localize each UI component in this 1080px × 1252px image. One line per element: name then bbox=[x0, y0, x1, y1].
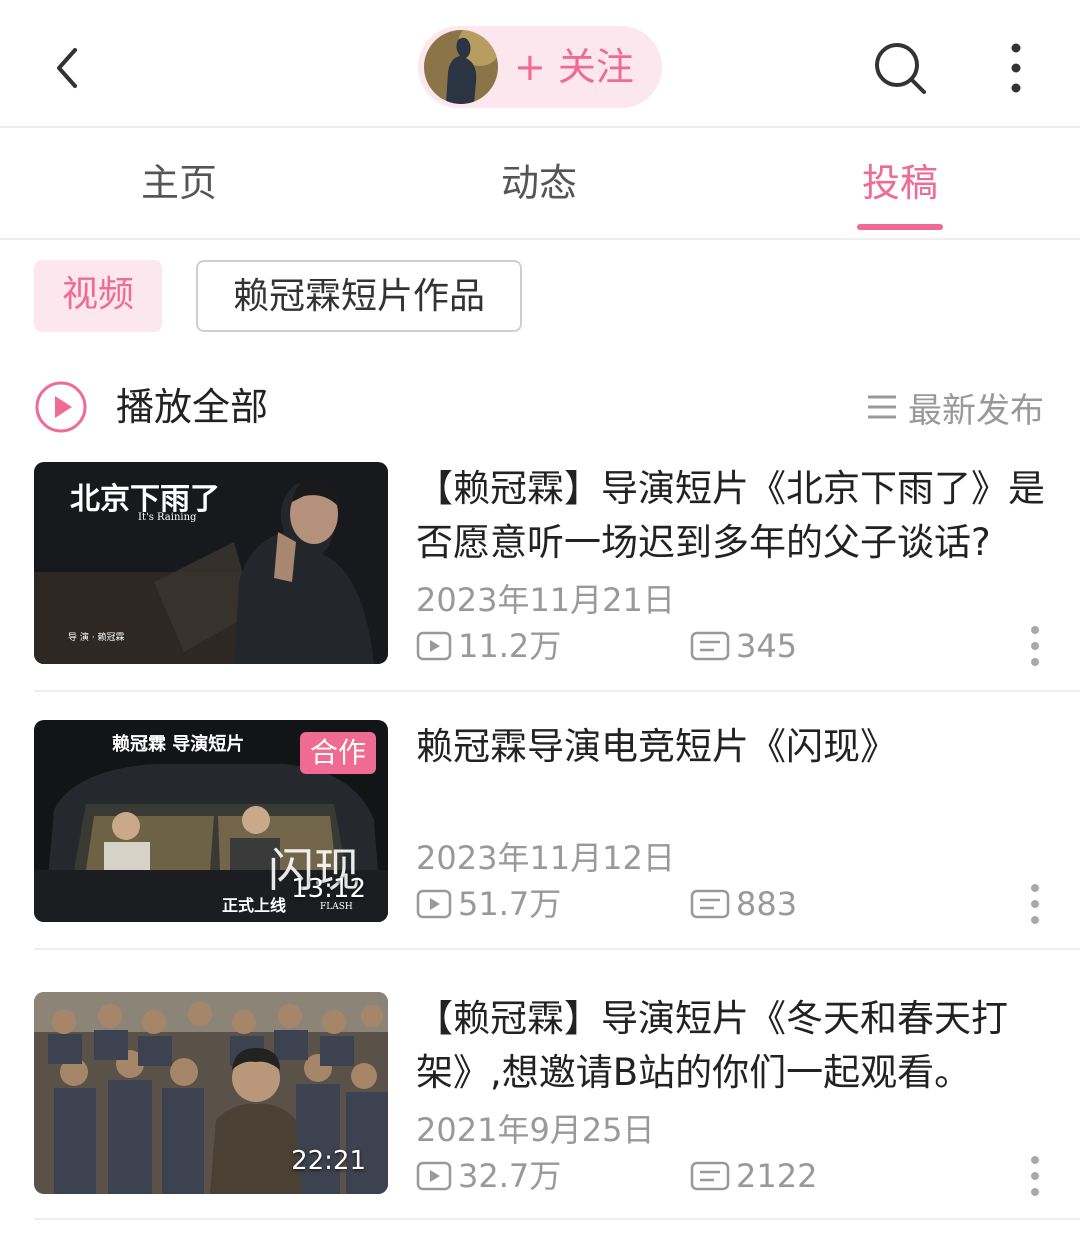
tab-dynamic[interactable]: 动态 bbox=[459, 156, 619, 210]
comment-count-value: 345 bbox=[736, 627, 798, 665]
collab-badge: 合作 bbox=[300, 732, 376, 774]
view-count: 11.2万 bbox=[416, 624, 561, 668]
thumbnail-title-text: 赖冠霖 导演短片 bbox=[112, 734, 245, 755]
more-vertical-icon bbox=[1011, 43, 1021, 93]
play-count-icon bbox=[416, 631, 452, 661]
video-thumbnail[interactable]: 赖冠霖 导演短片 正式上线 闪现 FLASH 合作 13:12 bbox=[34, 720, 388, 922]
video-item[interactable]: 北京下雨了 It's Raining 导 演 · 赖冠霖 【赖冠霖】导演短片《北… bbox=[0, 462, 1080, 720]
filter-chip-video[interactable]: 视频 bbox=[34, 260, 162, 332]
more-vertical-icon[interactable] bbox=[1022, 1154, 1048, 1198]
thumbnail-subtitle-text: It's Raining bbox=[138, 512, 197, 523]
sort-button[interactable]: 最新发布 bbox=[866, 382, 1044, 432]
divider bbox=[34, 690, 1080, 692]
sort-label: 最新发布 bbox=[908, 390, 1044, 431]
follow-button[interactable]: + 关注 bbox=[418, 26, 662, 108]
play-all-icon[interactable] bbox=[34, 380, 88, 434]
list-sort-icon bbox=[868, 395, 896, 419]
view-count-value: 51.7万 bbox=[458, 885, 562, 923]
tab-home[interactable]: 主页 bbox=[99, 156, 259, 210]
view-count-value: 11.2万 bbox=[458, 627, 562, 665]
more-vertical-icon[interactable] bbox=[1022, 624, 1048, 668]
video-thumbnail[interactable]: 北京下雨了 It's Raining 导 演 · 赖冠霖 bbox=[34, 462, 388, 664]
danmaku-icon bbox=[690, 1161, 730, 1191]
play-count-icon bbox=[416, 1161, 452, 1191]
video-item[interactable]: 赖冠霖 导演短片 正式上线 闪现 FLASH 合作 13:12 赖冠霖导演电竞短… bbox=[0, 720, 1080, 978]
divider bbox=[34, 1218, 1080, 1220]
video-duration: 22:21 bbox=[291, 1146, 366, 1176]
divider bbox=[34, 948, 1080, 950]
video-duration: 13:12 bbox=[291, 874, 366, 904]
active-tab-indicator bbox=[857, 224, 943, 230]
danmaku-icon bbox=[690, 889, 730, 919]
search-icon bbox=[875, 43, 926, 94]
comment-count-value: 883 bbox=[736, 885, 798, 923]
view-count: 51.7万 bbox=[416, 882, 561, 926]
danmaku-icon bbox=[690, 631, 730, 661]
thumbnail-credit-text: 导 演 · 赖冠霖 bbox=[68, 633, 125, 643]
video-date: 2023年11月12日 bbox=[416, 839, 675, 877]
more-vertical-icon[interactable] bbox=[1022, 882, 1048, 926]
follow-label: + 关注 bbox=[514, 45, 634, 89]
video-date: 2023年11月21日 bbox=[416, 581, 675, 619]
video-thumbnail[interactable]: 22:21 bbox=[34, 992, 388, 1194]
video-title[interactable]: 【赖冠霖】导演短片《北京下雨了》是否愿意听一场迟到多年的父子谈话? bbox=[416, 462, 1056, 570]
video-title[interactable]: 赖冠霖导演电竞短片《闪现》 bbox=[416, 720, 1056, 774]
comment-count: 883 bbox=[690, 882, 797, 926]
play-all-button[interactable]: 播放全部 bbox=[116, 380, 268, 434]
avatar[interactable] bbox=[424, 30, 498, 104]
back-button[interactable] bbox=[42, 40, 90, 96]
tab-bar: 主页 动态 投稿 bbox=[0, 128, 1080, 240]
video-title[interactable]: 【赖冠霖】导演短片《冬天和春天打架》,想邀请B站的你们一起观看。 bbox=[416, 992, 1056, 1100]
play-count-icon bbox=[416, 889, 452, 919]
comment-count: 2122 bbox=[690, 1154, 817, 1198]
view-count: 32.7万 bbox=[416, 1154, 561, 1198]
video-item[interactable]: 22:21 【赖冠霖】导演短片《冬天和春天打架》,想邀请B站的你们一起观看。 2… bbox=[0, 992, 1080, 1250]
filter-chip-collection[interactable]: 赖冠霖短片作品 bbox=[196, 260, 522, 332]
chevron-left-icon bbox=[57, 48, 77, 88]
top-bar: + 关注 bbox=[0, 0, 1080, 128]
more-button[interactable] bbox=[998, 40, 1034, 96]
comment-count-value: 2122 bbox=[736, 1157, 818, 1195]
comment-count: 345 bbox=[690, 624, 797, 668]
view-count-value: 32.7万 bbox=[458, 1157, 562, 1195]
search-button[interactable] bbox=[870, 38, 930, 98]
video-date: 2021年9月25日 bbox=[416, 1111, 655, 1149]
tab-uploads[interactable]: 投稿 bbox=[820, 156, 980, 210]
